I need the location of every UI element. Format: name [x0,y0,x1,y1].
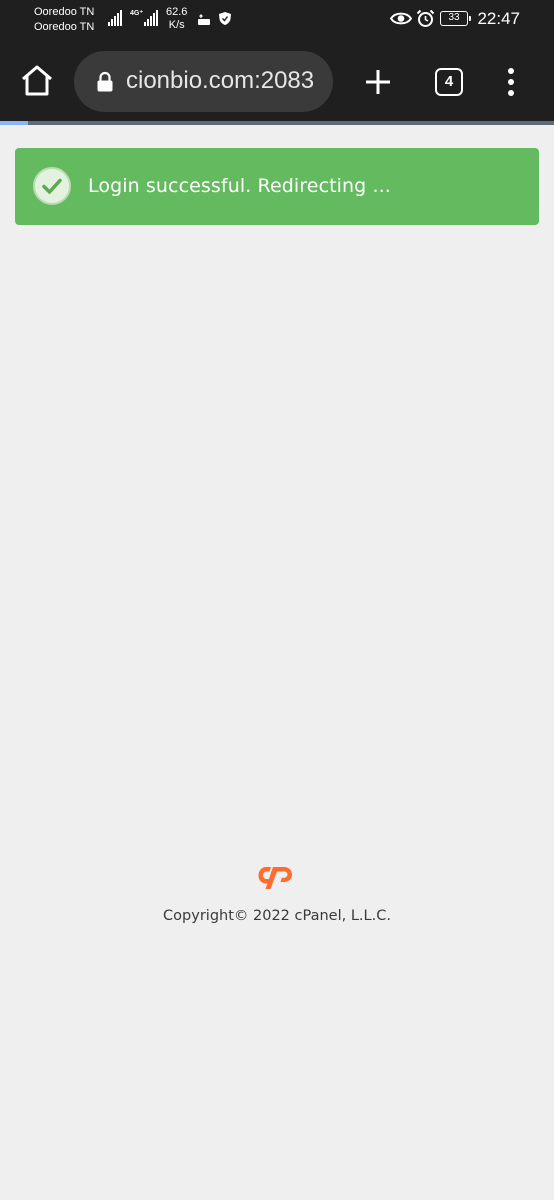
network-speed: 62.6 K/s [166,6,188,31]
browser-toolbar: cionbio.com:2083 4 [0,40,554,121]
status-bar: Ooredoo TN Ooredoo TN 4G⁺ 62.6 K/s 33 22… [0,0,554,40]
clock: 22:47 [477,9,520,28]
address-bar[interactable]: cionbio.com:2083 [74,51,333,112]
carrier-1: Ooredoo TN [34,6,95,18]
carrier-2: Ooredoo TN [34,21,95,33]
cloud-upload-icon [198,14,210,25]
login-success-alert: Login successful. Redirecting ... [15,148,539,225]
tab-switcher-button[interactable]: 4 [435,68,463,96]
carrier-names: Ooredoo TN Ooredoo TN [34,5,94,35]
alert-message: Login successful. Redirecting ... [88,175,391,197]
more-vert-icon[interactable] [500,66,522,98]
page-load-progress [0,121,554,125]
battery-icon: 33 [440,11,471,26]
home-icon[interactable] [18,62,56,100]
eye-icon [390,12,412,25]
network-type-label: 4G⁺ [130,10,144,17]
shield-icon [219,12,231,25]
signal-icon [108,10,122,28]
signal-icon-2 [144,10,158,28]
url-text[interactable]: cionbio.com:2083 [126,67,314,95]
plus-icon[interactable] [362,66,394,98]
check-circle-icon [33,167,71,205]
progress-fill [0,121,28,125]
cpanel-logo [258,867,292,889]
copyright-text: Copyright© 2022 cPanel, L.L.C. [163,908,391,924]
lock-icon[interactable] [96,71,114,93]
alarm-icon [416,9,435,27]
